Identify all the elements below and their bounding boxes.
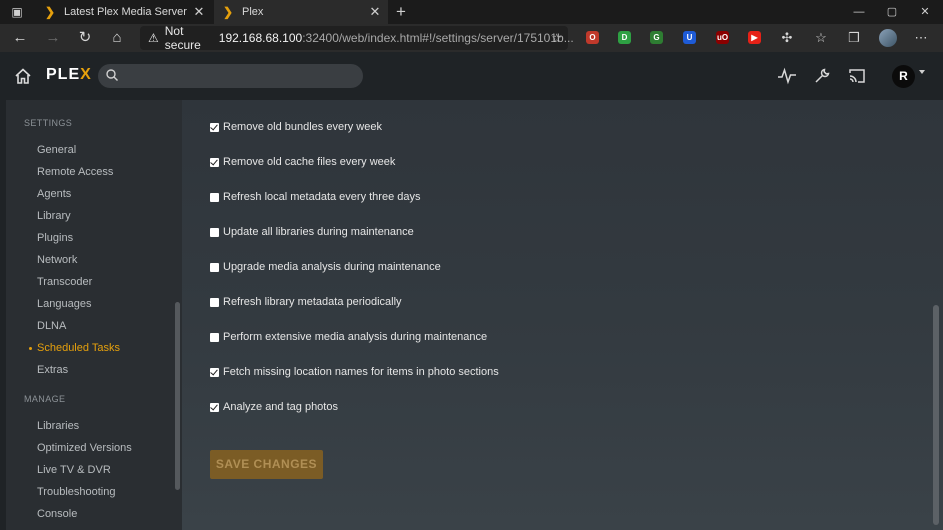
task-label: Refresh library metadata periodically bbox=[223, 296, 402, 308]
active-indicator bbox=[29, 347, 32, 350]
url-path: :32400/web/index.html#!/settings/server/… bbox=[302, 31, 574, 45]
collections-icon[interactable]: ❒ bbox=[845, 29, 863, 47]
sidebar-item-console[interactable]: Console bbox=[37, 508, 77, 520]
sidebar-item-extras[interactable]: Extras bbox=[37, 364, 68, 376]
task-option[interactable]: Refresh local metadata every three days bbox=[210, 191, 421, 203]
task-checkbox[interactable] bbox=[210, 262, 219, 272]
forward-arrow-icon[interactable]: → bbox=[43, 28, 63, 48]
sidebar-item-plugins[interactable]: Plugins bbox=[37, 232, 73, 244]
main-scrollbar[interactable] bbox=[933, 305, 939, 525]
scheduled-tasks-panel: Remove old bundles every week Remove old … bbox=[182, 100, 943, 530]
favorites-icon[interactable]: ☆ bbox=[812, 29, 830, 47]
task-option[interactable]: Remove old bundles every week bbox=[210, 121, 382, 133]
plex-logo-accent: X bbox=[80, 66, 92, 83]
settings-wrench-icon[interactable] bbox=[812, 66, 832, 86]
task-checkbox[interactable] bbox=[210, 332, 219, 342]
search-icon bbox=[106, 69, 118, 81]
settings-heading: SETTINGS bbox=[24, 118, 73, 128]
cast-icon[interactable] bbox=[847, 66, 867, 86]
sidebar-item-network[interactable]: Network bbox=[37, 254, 77, 266]
browser-profile-avatar[interactable] bbox=[879, 29, 897, 47]
green-ext-icon[interactable]: G bbox=[650, 31, 663, 44]
sidebar-item-agents[interactable]: Agents bbox=[37, 188, 71, 200]
search-input[interactable] bbox=[98, 64, 363, 88]
sidebar-item-dlna[interactable]: DLNA bbox=[37, 320, 66, 332]
task-label: Update all libraries during maintenance bbox=[223, 226, 414, 238]
minimize-button[interactable]: — bbox=[841, 0, 877, 24]
sidebar-item-optimized-versions[interactable]: Optimized Versions bbox=[37, 442, 132, 454]
shield-ext-icon[interactable]: U bbox=[683, 31, 696, 44]
browser-tab-plex-forum[interactable]: ❯ Latest Plex Media Server topics ✕ bbox=[36, 0, 212, 24]
activity-icon[interactable] bbox=[777, 66, 797, 86]
task-label: Remove old cache files every week bbox=[223, 156, 396, 168]
sidebar-item-remote-access[interactable]: Remote Access bbox=[37, 166, 113, 178]
sidebar-item-transcoder[interactable]: Transcoder bbox=[37, 276, 92, 288]
task-option[interactable]: Fetch missing location names for items i… bbox=[210, 366, 499, 378]
refresh-icon[interactable]: ↻ bbox=[75, 28, 95, 48]
sidebar-item-languages[interactable]: Languages bbox=[37, 298, 91, 310]
task-label: Fetch missing location names for items i… bbox=[223, 366, 499, 378]
sidebar-scrollbar[interactable] bbox=[175, 302, 180, 490]
browser-toolbar: ← → ↻ ⌂ ⚠ Not secure 192.168.68.100 :324… bbox=[0, 24, 943, 52]
dashlane-icon[interactable]: D bbox=[618, 31, 631, 44]
browser-home-icon[interactable]: ⌂ bbox=[107, 28, 127, 48]
task-option[interactable]: Analyze and tag photos bbox=[210, 401, 338, 413]
sidebar-item-live-tv-dvr[interactable]: Live TV & DVR bbox=[37, 464, 111, 476]
task-label: Perform extensive media analysis during … bbox=[223, 331, 488, 343]
sidebar-item-general[interactable]: General bbox=[37, 144, 76, 156]
plex-favicon-icon: ❯ bbox=[223, 5, 234, 19]
task-label: Upgrade media analysis during maintenanc… bbox=[223, 261, 441, 273]
new-tab-button[interactable]: + bbox=[392, 2, 410, 22]
url-host: 192.168.68.100 bbox=[218, 31, 303, 45]
extensions-puzzle-icon[interactable]: ✣ bbox=[778, 29, 796, 47]
sidebar-item-scheduled-tasks[interactable]: Scheduled Tasks bbox=[37, 342, 120, 354]
plex-header: PLEX R bbox=[0, 52, 943, 100]
plex-favicon-icon: ❯ bbox=[45, 5, 56, 19]
task-option[interactable]: Upgrade media analysis during maintenanc… bbox=[210, 261, 441, 273]
add-favorite-icon[interactable]: ☆ bbox=[551, 31, 562, 45]
security-label[interactable]: Not secure bbox=[165, 24, 201, 52]
opera-icon[interactable]: O bbox=[586, 31, 599, 44]
tab-title: Plex bbox=[242, 6, 264, 18]
save-changes-button[interactable]: SAVE CHANGES bbox=[210, 450, 323, 479]
sidebar-item-libraries[interactable]: Libraries bbox=[37, 420, 79, 432]
task-option[interactable]: Perform extensive media analysis during … bbox=[210, 331, 487, 343]
tab-close-icon[interactable]: ✕ bbox=[190, 4, 208, 20]
browser-menu-icon[interactable]: ⋯ bbox=[912, 29, 930, 47]
task-label: Remove old bundles every week bbox=[223, 121, 382, 133]
plex-logo[interactable]: PLEX bbox=[46, 66, 92, 84]
window-close-button[interactable]: ✕ bbox=[907, 0, 943, 24]
chevron-down-icon[interactable] bbox=[919, 70, 925, 74]
tab-close-icon[interactable]: ✕ bbox=[366, 4, 384, 20]
back-arrow-icon[interactable]: ← bbox=[10, 28, 30, 48]
ublock-icon[interactable]: uO bbox=[716, 31, 729, 44]
warning-icon[interactable]: ⚠ bbox=[148, 31, 159, 45]
browser-tab-strip: ▣ ❯ Latest Plex Media Server topics ✕ ❯ … bbox=[0, 0, 943, 24]
sidebar-item-library[interactable]: Library bbox=[37, 210, 71, 222]
task-checkbox[interactable] bbox=[210, 192, 219, 202]
task-label: Refresh local metadata every three days bbox=[223, 191, 421, 203]
tab-title: Latest Plex Media Server topics bbox=[64, 6, 190, 18]
task-option[interactable]: Update all libraries during maintenance bbox=[210, 226, 414, 238]
task-label: Analyze and tag photos bbox=[223, 401, 338, 413]
task-checkbox[interactable] bbox=[210, 402, 219, 412]
task-option[interactable]: Remove old cache files every week bbox=[210, 156, 395, 168]
sidebar-item-troubleshooting[interactable]: Troubleshooting bbox=[37, 486, 115, 498]
task-checkbox[interactable] bbox=[210, 157, 219, 167]
task-checkbox[interactable] bbox=[210, 367, 219, 377]
tab-actions-icon[interactable]: ▣ bbox=[8, 4, 26, 20]
settings-sidebar: SETTINGS General Remote Access Agents Libra… bbox=[6, 100, 182, 530]
user-avatar[interactable]: R bbox=[892, 65, 915, 88]
home-icon[interactable] bbox=[14, 67, 32, 85]
task-checkbox[interactable] bbox=[210, 227, 219, 237]
browser-tab-plex[interactable]: ❯ Plex ✕ bbox=[214, 0, 388, 24]
address-bar[interactable]: ⚠ Not secure 192.168.68.100 :32400/web/i… bbox=[140, 24, 574, 52]
task-option[interactable]: Refresh library metadata periodically bbox=[210, 296, 402, 308]
task-checkbox[interactable] bbox=[210, 297, 219, 307]
manage-heading: MANAGE bbox=[24, 394, 66, 404]
maximize-button[interactable]: ▢ bbox=[874, 0, 910, 24]
task-checkbox[interactable] bbox=[210, 122, 219, 132]
plex-logo-text: PLE bbox=[46, 66, 81, 83]
youtube-icon[interactable]: ▶ bbox=[748, 31, 761, 44]
